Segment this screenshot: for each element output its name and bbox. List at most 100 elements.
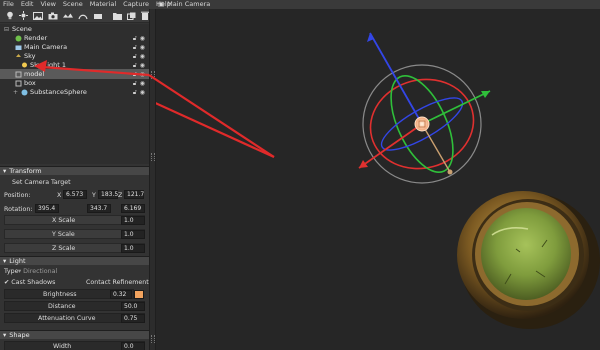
- menu-scene[interactable]: Scene: [60, 0, 87, 9]
- light-bulb-icon[interactable]: [6, 11, 14, 20]
- tree-item-render[interactable]: Render: [15, 34, 47, 43]
- box-icon: [15, 80, 22, 87]
- scale-icon[interactable]: [93, 11, 103, 20]
- collapse-icon[interactable]: ⊟: [4, 25, 10, 34]
- eye-icon[interactable]: ◉: [140, 89, 145, 96]
- attenuation-curve-label: Attenuation Curve: [38, 315, 96, 322]
- duplicate-icon[interactable]: [127, 11, 136, 20]
- width-field[interactable]: 0.0: [121, 342, 145, 350]
- light-gizmo[interactable]: [358, 32, 491, 184]
- menu-edit[interactable]: Edit: [18, 0, 38, 9]
- menu-file[interactable]: File: [0, 0, 18, 9]
- expand-icon[interactable]: +: [13, 88, 19, 97]
- row-controls: 🔓︎ ◉: [133, 70, 145, 79]
- tree-item-scene[interactable]: ⊟ Scene: [4, 25, 32, 34]
- menu-view[interactable]: View: [37, 0, 59, 9]
- collapse-arrow-icon: ▾: [3, 167, 7, 175]
- rotation-x-field[interactable]: 395.4: [35, 204, 59, 213]
- menu-bar: File Edit View Scene Material Capture He…: [0, 0, 600, 9]
- rotation-y-field[interactable]: 343.7: [87, 204, 111, 213]
- distance-label: Distance: [48, 303, 76, 310]
- tree-item-substance-sphere[interactable]: + SubstanceSphere: [13, 88, 87, 97]
- position-z-label: Z: [118, 192, 123, 199]
- cast-shadows-checkbox[interactable]: ✔ Cast Shadows: [4, 279, 55, 286]
- tree-item-model[interactable]: model: [15, 70, 44, 79]
- mesh-icon: [21, 89, 28, 96]
- rotate-icon[interactable]: [78, 11, 88, 20]
- menu-capture[interactable]: Capture: [120, 0, 153, 9]
- viewport-title: Main Camera: [167, 0, 211, 8]
- light-section-header[interactable]: ▾ Light: [0, 256, 149, 265]
- x-scale-label: X Scale: [52, 217, 76, 224]
- attenuation-curve-field[interactable]: 0.75: [121, 314, 145, 323]
- eye-icon[interactable]: ◉: [140, 53, 145, 60]
- position-x-field[interactable]: 6.573: [63, 190, 87, 199]
- collapse-arrow-icon: ▾: [3, 257, 7, 265]
- row-controls: 🔓︎ ◉: [133, 52, 145, 61]
- lock-icon[interactable]: 🔓︎: [133, 53, 137, 61]
- lock-icon[interactable]: 🔓︎: [133, 80, 137, 88]
- collapse-arrow-icon: ▾: [3, 331, 7, 339]
- eye-icon[interactable]: ◉: [140, 62, 145, 69]
- eye-icon[interactable]: ◉: [140, 35, 145, 42]
- distance-field[interactable]: 50.0: [121, 302, 145, 311]
- camera-icon: ▣: [158, 0, 165, 8]
- tree-item-sky[interactable]: Sky: [15, 52, 36, 61]
- row-controls: 🔓︎ ◉: [133, 79, 145, 88]
- brightness-field[interactable]: 0.32: [110, 290, 132, 299]
- camera-icon: [15, 45, 22, 50]
- annotation-arrow: [73, 64, 275, 159]
- z-scale-field[interactable]: 1.0: [121, 244, 145, 253]
- position-y-field[interactable]: 183.5: [98, 190, 118, 199]
- light-icon[interactable]: [19, 11, 28, 20]
- folder-icon[interactable]: [113, 11, 122, 20]
- rotation-label: Rotation:: [4, 206, 33, 213]
- x-scale-field[interactable]: 1.0: [121, 216, 145, 225]
- type-label: Type: [4, 268, 19, 275]
- light-color-swatch[interactable]: [134, 290, 144, 299]
- gizmo-y-axis[interactable]: [421, 90, 491, 125]
- photo-icon[interactable]: [33, 11, 43, 20]
- tree-item-box[interactable]: box: [15, 79, 36, 88]
- 3d-viewport[interactable]: [73, 9, 600, 350]
- splitter-grip[interactable]: [151, 71, 155, 79]
- splitter-grip[interactable]: [151, 335, 155, 343]
- scene-tree: ⊟ Scene Render Main Camera Sky Sky Light…: [0, 24, 149, 164]
- row-controls: 🔓︎ ◉: [133, 61, 145, 70]
- rotation-z-field[interactable]: 6.169: [121, 204, 145, 213]
- sky-light-bulb[interactable]: [414, 116, 430, 132]
- viewport-canvas: [73, 32, 600, 329]
- eye-icon[interactable]: ◉: [140, 71, 145, 78]
- row-controls: 🔓︎ ◉: [133, 34, 145, 43]
- eye-icon[interactable]: ◉: [140, 44, 145, 51]
- shape-section-header[interactable]: ▾ Shape: [0, 330, 149, 339]
- lock-icon[interactable]: 🔓︎: [133, 71, 137, 79]
- lock-icon[interactable]: 🔓︎: [133, 89, 137, 97]
- tree-item-main-camera[interactable]: Main Camera: [15, 43, 67, 52]
- trash-icon[interactable]: [141, 11, 149, 20]
- lock-icon[interactable]: 🔓︎: [133, 35, 137, 43]
- position-label: Position:: [4, 192, 31, 199]
- type-dropdown[interactable]: ▾ Directional: [18, 268, 57, 275]
- lock-icon[interactable]: 🔓︎: [133, 44, 137, 52]
- move-icon[interactable]: [63, 11, 73, 20]
- panel-splitter[interactable]: [149, 9, 156, 350]
- eye-icon[interactable]: ◉: [140, 80, 145, 87]
- camera-icon[interactable]: [48, 11, 58, 20]
- y-scale-field[interactable]: 1.0: [121, 230, 145, 239]
- position-x-label: X: [57, 192, 62, 199]
- sphere-face: [481, 208, 571, 300]
- tree-item-sky-light[interactable]: Sky Light 1: [21, 61, 66, 70]
- contact-refinement-checkbox[interactable]: Contact Refinement: [86, 279, 149, 286]
- transform-section-header[interactable]: ▾ Transform: [0, 166, 149, 175]
- light-bulb-icon: [22, 62, 27, 68]
- viewport-title-bar: ▣ Main Camera: [158, 0, 210, 9]
- menu-material[interactable]: Material: [87, 0, 120, 9]
- set-camera-target-button[interactable]: Set Camera Target: [12, 179, 71, 186]
- splitter-grip[interactable]: [151, 153, 155, 161]
- model-icon: [15, 71, 22, 78]
- lock-icon[interactable]: 🔓︎: [133, 62, 137, 70]
- position-z-field[interactable]: 121.7: [124, 190, 144, 199]
- substance-sphere[interactable]: [457, 191, 600, 329]
- position-y-label: Y: [92, 192, 96, 199]
